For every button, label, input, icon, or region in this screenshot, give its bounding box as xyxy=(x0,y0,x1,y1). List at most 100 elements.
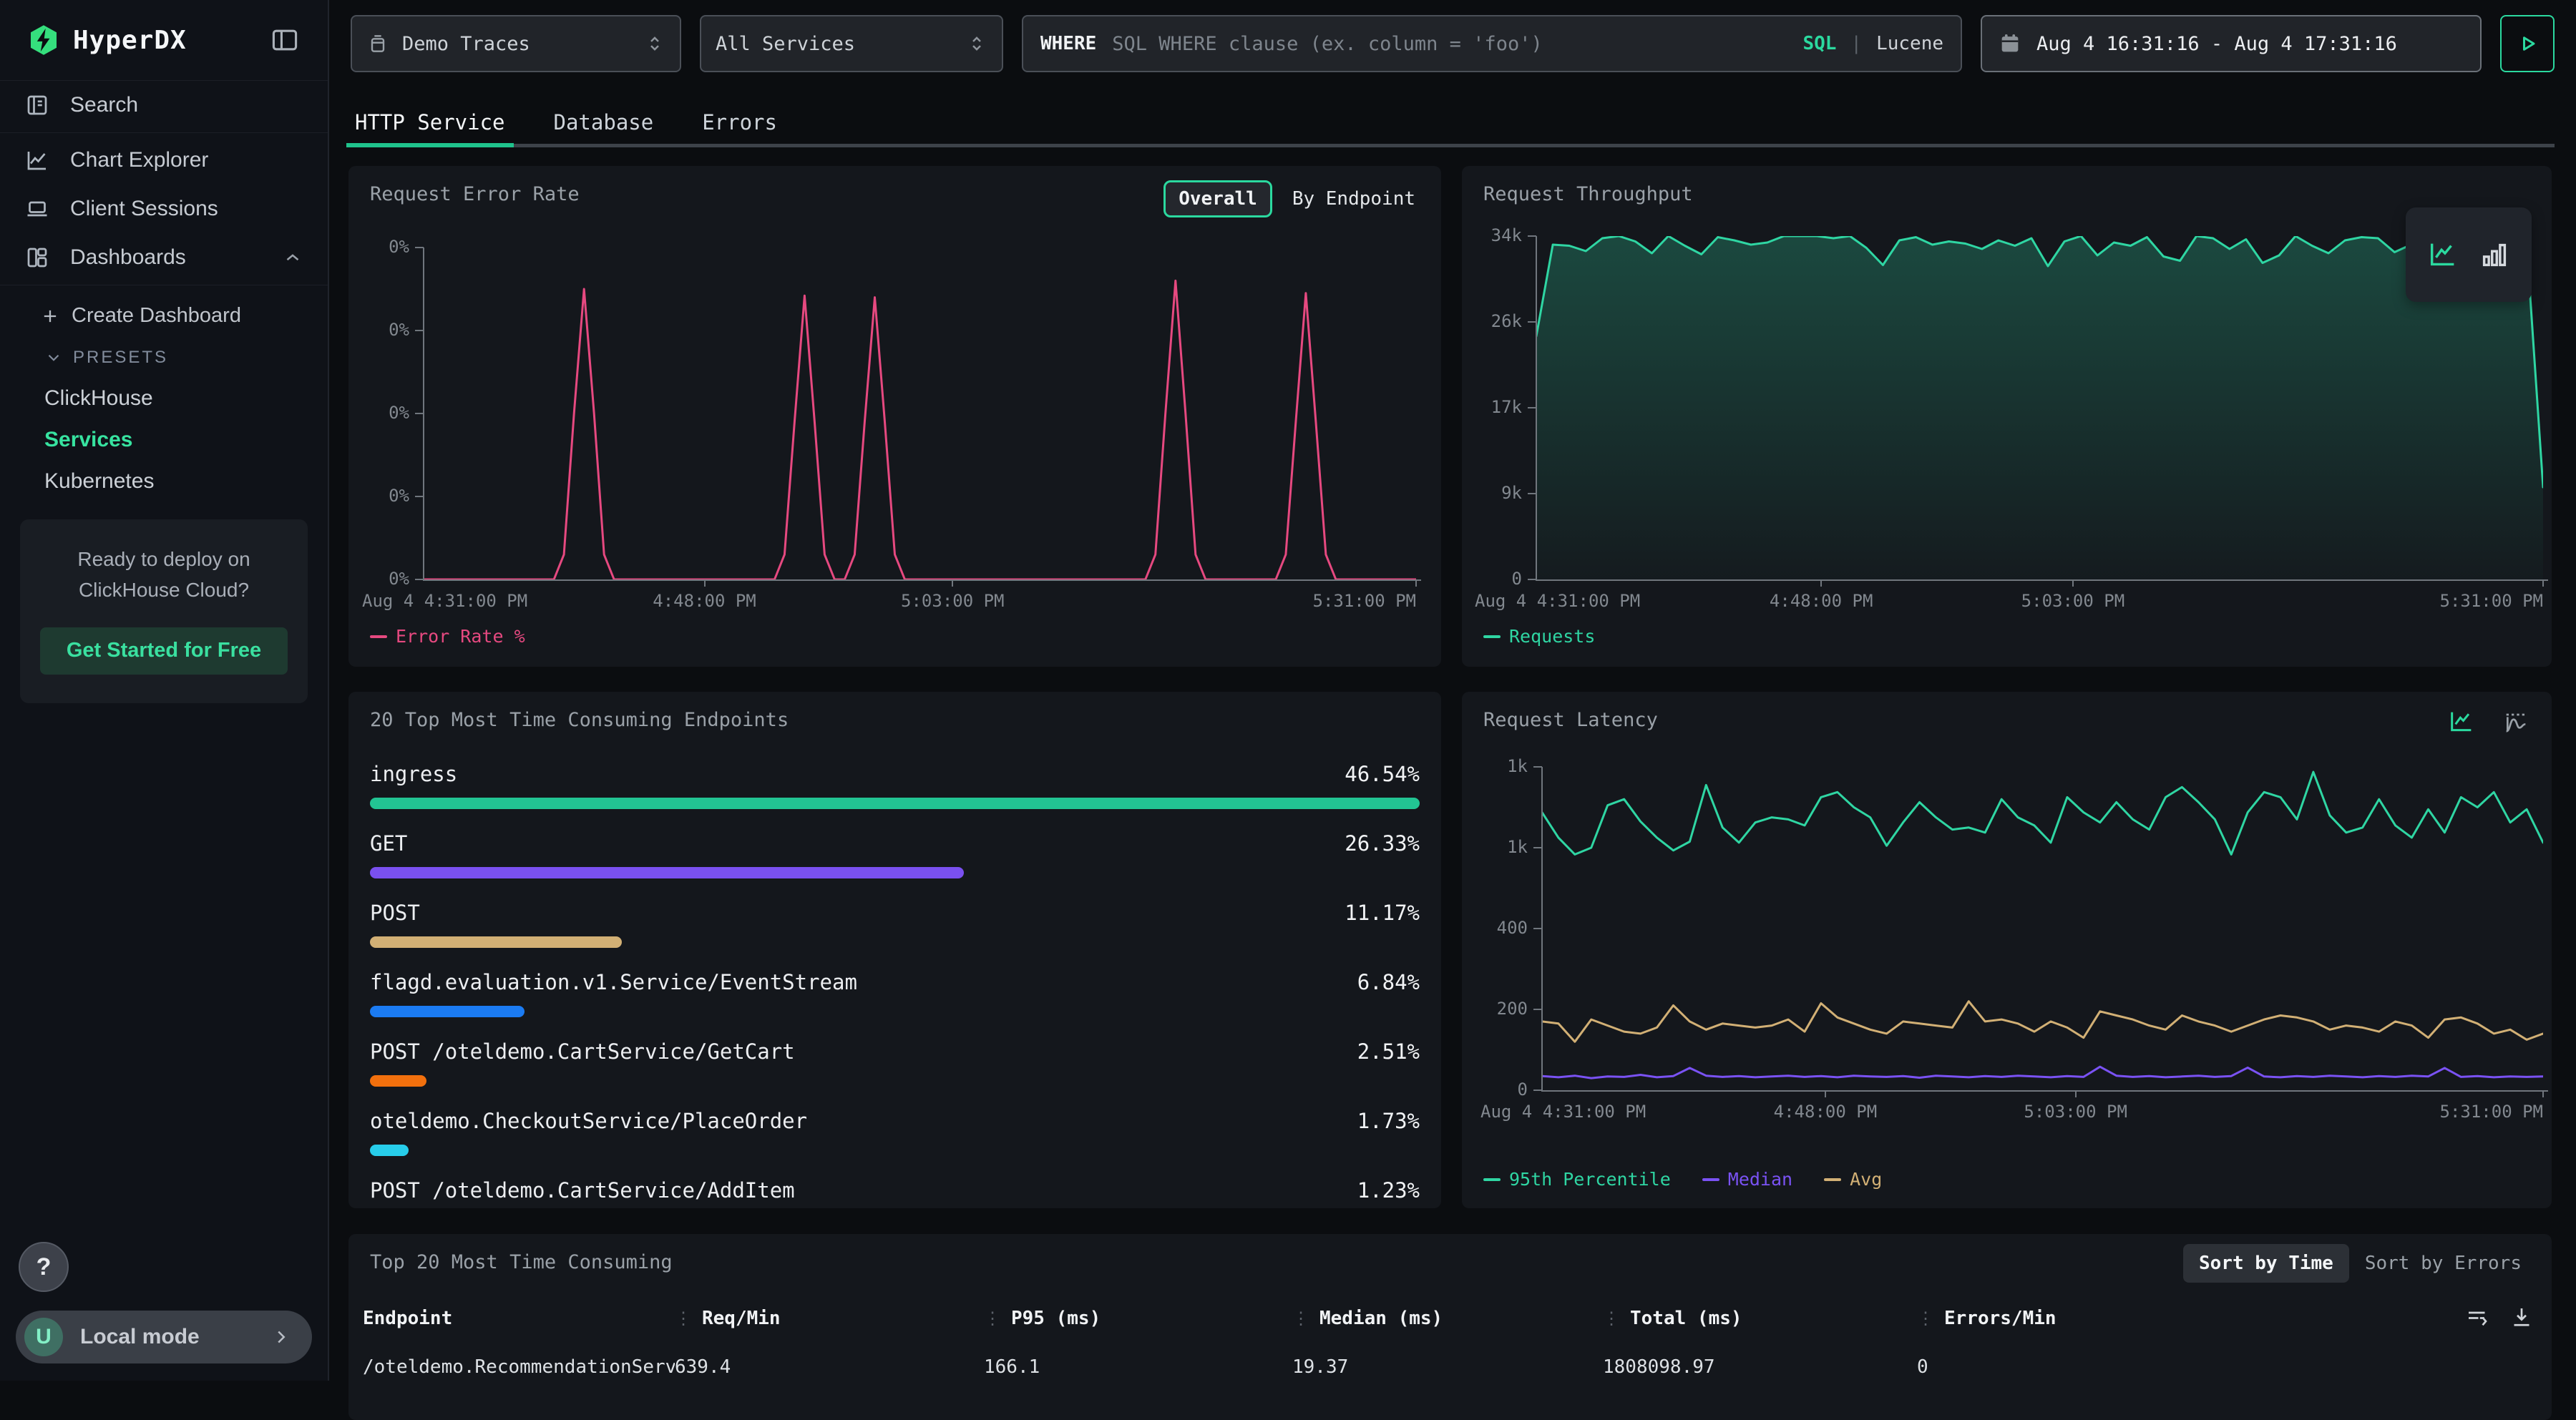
lucene-mode-toggle[interactable]: Lucene xyxy=(1876,33,1943,54)
chevron-right-icon xyxy=(270,1326,292,1348)
y-tick-mark xyxy=(1528,579,1536,580)
sidebar-item-dashboards[interactable]: Dashboards xyxy=(0,233,328,282)
promo-text-line2: ClickHouse Cloud? xyxy=(40,574,288,605)
x-tick-mark xyxy=(2542,1090,2544,1097)
panel-title: Request Latency xyxy=(1483,709,1658,731)
tabs-track xyxy=(351,144,2555,147)
legend-item[interactable]: Requests xyxy=(1483,626,1595,647)
download-icon[interactable] xyxy=(2509,1304,2534,1330)
legend-item[interactable]: 95th Percentile xyxy=(1483,1169,1671,1190)
table-header-cell[interactable]: ⋮Errors/Min xyxy=(1917,1308,2444,1329)
sidebar-item-label: Search xyxy=(70,93,138,117)
table-header-label: Endpoint xyxy=(363,1308,452,1329)
table-header-label: P95 (ms) xyxy=(1011,1308,1101,1329)
legend-label: Requests xyxy=(1509,626,1595,647)
row-settings-icon[interactable] xyxy=(2464,1304,2490,1330)
tab-http-service[interactable]: HTTP Service xyxy=(351,97,509,147)
histogram-icon[interactable] xyxy=(2502,707,2530,736)
endpoint-row[interactable]: POST /oteldemo.CartService/AddItem1.23% xyxy=(370,1168,1420,1208)
chevron-up-icon[interactable] xyxy=(282,247,303,268)
endpoint-bar xyxy=(370,936,622,948)
endpoint-row[interactable]: GET26.33% xyxy=(370,821,1420,891)
sidebar-item-clickhouse[interactable]: ClickHouse xyxy=(0,378,328,419)
bar-chart-icon[interactable] xyxy=(2478,238,2511,271)
legend-label: Avg xyxy=(1850,1169,1882,1190)
table-header-cell[interactable]: ⋮Total (ms) xyxy=(1603,1308,1917,1329)
y-axis-label: 0 xyxy=(1518,1079,1528,1100)
by-endpoint-toggle[interactable]: By Endpoint xyxy=(1288,187,1420,210)
where-input[interactable] xyxy=(1111,32,1788,56)
chart-type-toolbar xyxy=(2406,207,2532,302)
column-resize-handle[interactable]: ⋮ xyxy=(1917,1308,1934,1328)
column-resize-handle[interactable]: ⋮ xyxy=(984,1308,1001,1328)
endpoint-label: oteldemo.CheckoutService/PlaceOrder xyxy=(370,1109,807,1133)
error-rate-chart[interactable] xyxy=(424,248,1416,579)
sidebar-item-search[interactable]: Search xyxy=(0,81,328,129)
where-clause-field[interactable]: WHERE SQL | Lucene xyxy=(1022,15,1962,72)
x-axis-label: 4:48:00 PM xyxy=(1774,1102,1878,1122)
y-axis-label: 0% xyxy=(389,320,409,340)
table-row[interactable]: /oteldemo.RecommendationServ639.4166.119… xyxy=(363,1347,2444,1387)
endpoint-row[interactable]: ingress46.54% xyxy=(370,752,1420,821)
user-menu[interactable]: U Local mode xyxy=(16,1311,312,1363)
x-axis-label: 5:31:00 PM xyxy=(2440,1102,2544,1122)
sidebar-item-client-sessions[interactable]: Client Sessions xyxy=(0,185,328,233)
y-axis-label: 1k xyxy=(1507,756,1528,776)
chart-line-icon xyxy=(24,147,50,173)
sidebar-item-kubernetes[interactable]: Kubernetes xyxy=(0,461,328,502)
legend-item[interactable]: Error Rate % xyxy=(370,626,525,647)
panel-title: Request Throughput xyxy=(1483,183,1693,205)
sort-by-time-button[interactable]: Sort by Time xyxy=(2183,1244,2349,1283)
source-select[interactable]: Demo Traces xyxy=(351,15,681,72)
x-tick-mark xyxy=(2542,579,2544,587)
error-rate-toggle-group: Overall By Endpoint xyxy=(1163,180,1420,217)
help-button[interactable]: ? xyxy=(19,1242,69,1292)
presets-toggle[interactable]: PRESETS xyxy=(0,336,328,378)
x-tick-mark xyxy=(1820,579,1822,587)
column-resize-handle[interactable]: ⋮ xyxy=(1292,1308,1309,1328)
sql-mode-toggle[interactable]: SQL xyxy=(1802,33,1836,54)
y-tick-mark xyxy=(1533,1090,1542,1091)
sidebar-collapse-icon[interactable] xyxy=(269,24,301,56)
legend-item[interactable]: Median xyxy=(1702,1169,1792,1190)
tab-errors[interactable]: Errors xyxy=(698,97,781,147)
tab-database[interactable]: Database xyxy=(550,97,658,147)
x-axis-label: Aug 4 4:31:00 PM xyxy=(1475,591,1640,611)
table-header-cell[interactable]: Endpoint xyxy=(363,1308,675,1329)
run-query-button[interactable] xyxy=(2500,15,2555,72)
x-tick-mark xyxy=(2075,1090,2077,1097)
create-dashboard-button[interactable]: Create Dashboard xyxy=(0,295,328,336)
y-tick-mark xyxy=(415,247,424,248)
line-chart-icon[interactable] xyxy=(2426,238,2459,271)
legend-item[interactable]: Avg xyxy=(1824,1169,1882,1190)
y-tick-mark xyxy=(415,579,424,580)
y-axis-label: 400 xyxy=(1497,918,1528,938)
table-header-cell[interactable]: ⋮Median (ms) xyxy=(1292,1308,1603,1329)
column-resize-handle[interactable]: ⋮ xyxy=(1603,1308,1620,1328)
service-select[interactable]: All Services xyxy=(700,15,1003,72)
endpoint-row[interactable]: POST11.17% xyxy=(370,891,1420,960)
endpoint-row[interactable]: flagd.evaluation.v1.Service/EventStream6… xyxy=(370,960,1420,1029)
sidebar-item-services[interactable]: Services xyxy=(0,419,328,461)
latency-chart[interactable] xyxy=(1542,767,2543,1090)
endpoint-bar xyxy=(370,798,1420,809)
line-chart-icon[interactable] xyxy=(2447,707,2476,736)
legend-label: Error Rate % xyxy=(396,626,525,647)
endpoint-label: flagd.evaluation.v1.Service/EventStream xyxy=(370,970,857,994)
endpoint-row-head: GET26.33% xyxy=(370,821,1420,856)
endpoint-row[interactable]: POST /oteldemo.CartService/GetCart2.51% xyxy=(370,1029,1420,1099)
table-header-cell[interactable]: ⋮Req/Min xyxy=(675,1308,984,1329)
sort-by-errors-button[interactable]: Sort by Errors xyxy=(2349,1244,2537,1283)
table-header-cell[interactable]: ⋮ P95 (ms) xyxy=(984,1308,1292,1329)
endpoint-row-head: POST /oteldemo.CartService/AddItem1.23% xyxy=(370,1168,1420,1203)
overall-toggle[interactable]: Overall xyxy=(1163,180,1272,217)
endpoint-row[interactable]: oteldemo.CheckoutService/PlaceOrder1.73% xyxy=(370,1099,1420,1168)
get-started-button[interactable]: Get Started for Free xyxy=(40,627,288,675)
time-range-picker[interactable]: Aug 4 16:31:16 - Aug 4 17:31:16 xyxy=(1981,15,2482,72)
throughput-chart[interactable] xyxy=(1536,236,2543,579)
sidebar-item-chart-explorer[interactable]: Chart Explorer xyxy=(0,136,328,185)
column-resize-handle[interactable]: ⋮ xyxy=(675,1308,692,1328)
table-cell: 166.1 xyxy=(984,1356,1292,1378)
service-select-value: All Services xyxy=(716,33,953,55)
y-tick-mark xyxy=(1533,766,1542,768)
